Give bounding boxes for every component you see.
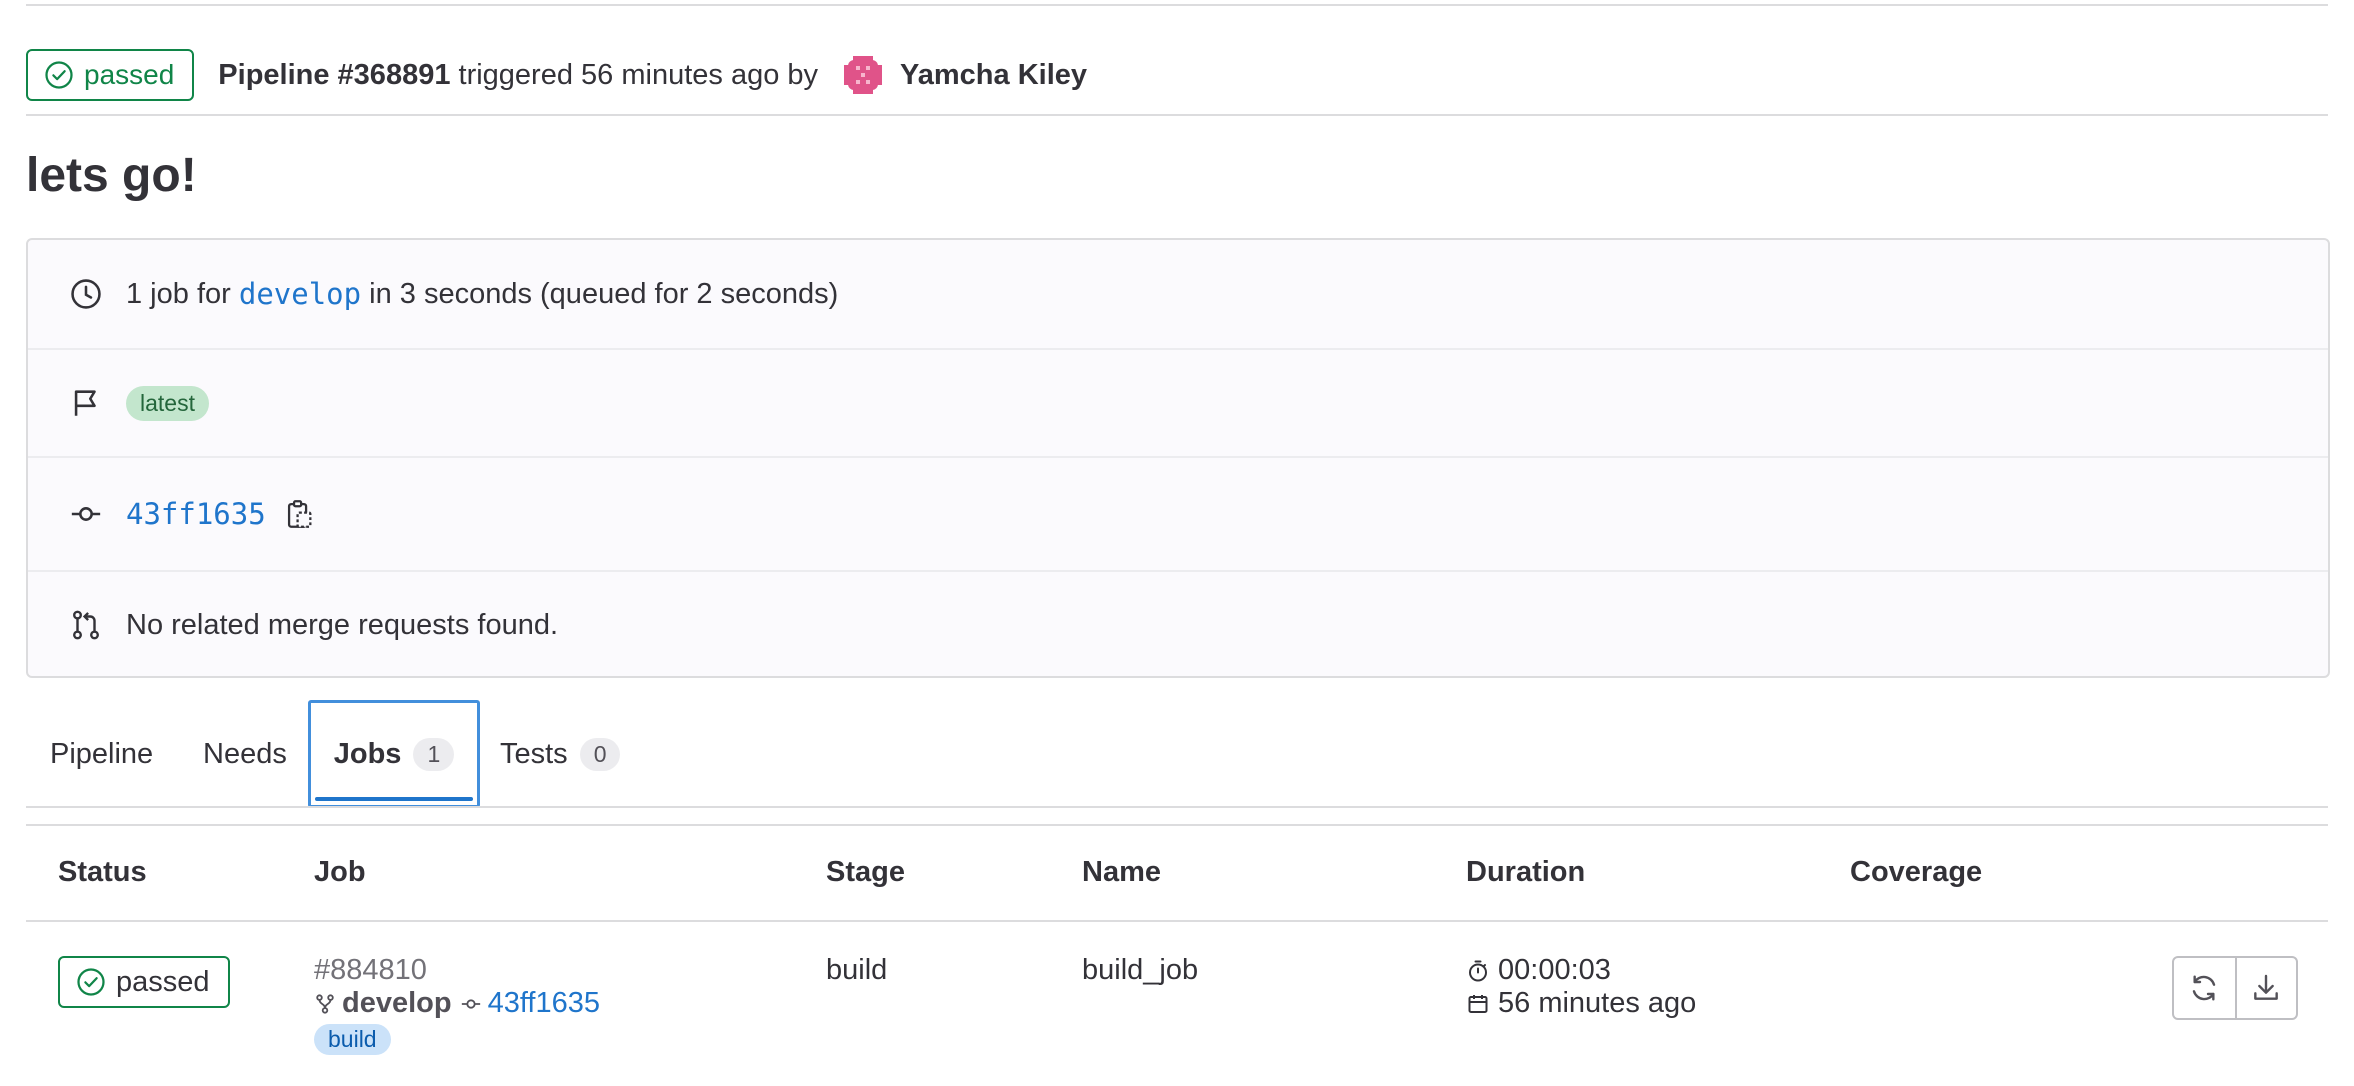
column-header-stage: Stage	[826, 856, 905, 888]
pipeline-status-label: passed	[84, 59, 175, 90]
timer-icon	[1469, 960, 1487, 981]
tab-jobs[interactable]: Jobs 1	[308, 700, 480, 808]
summary-suffix: in 3 seconds (queued for 2 seconds)	[369, 277, 839, 310]
job-ref-line: develop 43ff1635	[314, 987, 600, 1020]
calendar-icon	[1468, 994, 1488, 1013]
flag-icon	[68, 385, 104, 421]
user-avatar[interactable]	[840, 52, 887, 98]
pipeline-summary-row: 1 job for develop in 3 seconds (queued f…	[28, 240, 2328, 350]
tab-needs[interactable]: Needs	[203, 700, 287, 808]
job-status-badge[interactable]: passed	[58, 956, 230, 1008]
finished-line: 56 minutes ago	[1466, 987, 1696, 1020]
tab-tests[interactable]: Tests 0	[500, 700, 621, 808]
tests-count-badge: 0	[579, 737, 621, 771]
clock-icon	[68, 276, 104, 312]
branch-icon	[316, 993, 334, 1014]
job-duration: 00:00:03	[1498, 954, 1611, 986]
summary-prefix: 1 job for	[126, 277, 231, 310]
table-header-border	[26, 920, 2328, 922]
merge-requests-text: No related merge requests found.	[126, 608, 559, 641]
author-name[interactable]: Yamcha Kiley	[900, 59, 1087, 92]
job-stage: build	[826, 954, 888, 986]
column-header-duration: Duration	[1466, 856, 1586, 888]
copy-icon	[287, 500, 312, 528]
triggered-text: triggered 56 minutes ago by	[458, 58, 819, 91]
download-icon	[2254, 974, 2279, 1000]
pipeline-meta: Pipeline #368891 triggered 56 minutes ag…	[218, 52, 1087, 98]
latest-badge: latest	[126, 385, 209, 421]
branch-link[interactable]: develop	[239, 277, 361, 311]
tabs-divider	[26, 806, 2328, 808]
pipeline-id: Pipeline #368891	[218, 58, 451, 91]
tab-label: Tests	[500, 737, 568, 770]
pipeline-header: passed Pipeline #368891 triggered 56 min…	[26, 34, 2328, 116]
job-id-link[interactable]: #884810	[314, 954, 600, 987]
job-status-label: passed	[116, 965, 210, 998]
commit-icon	[68, 496, 104, 532]
tab-label: Pipeline	[50, 737, 154, 770]
pipeline-status-badge[interactable]: passed	[26, 49, 195, 101]
column-header-coverage: Coverage	[1850, 856, 1983, 888]
header-divider	[26, 114, 2328, 116]
column-header-job: Job	[314, 856, 366, 888]
retry-job-button[interactable]	[2174, 958, 2235, 1018]
top-divider	[26, 4, 2328, 6]
pipeline-tabs: Pipeline Needs Jobs 1 Tests 0	[26, 700, 2328, 808]
retry-icon	[2193, 975, 2216, 1001]
jobs-count-badge: 1	[413, 737, 455, 771]
job-name: build_job	[1082, 954, 1199, 986]
pipeline-info-card: 1 job for develop in 3 seconds (queued f…	[26, 238, 2330, 678]
column-header-status: Status	[58, 856, 147, 888]
merge-requests-row: No related merge requests found.	[28, 572, 2328, 678]
duration-line: 00:00:03	[1466, 954, 1696, 987]
job-actions	[2172, 956, 2298, 1020]
tab-pipeline[interactable]: Pipeline	[50, 700, 153, 808]
column-header-name: Name	[1082, 856, 1161, 888]
check-circle-icon	[45, 61, 73, 89]
job-stage-badge: build	[314, 1024, 391, 1055]
download-artifacts-button[interactable]	[2234, 958, 2296, 1018]
job-branch-link[interactable]: develop	[342, 987, 452, 1020]
commit-sha-link[interactable]: 43ff1635	[126, 497, 266, 531]
merge-request-icon	[68, 607, 104, 643]
pipeline-title: lets go!	[26, 149, 197, 202]
commit-row: 43ff1635	[28, 458, 2328, 572]
table-top-border	[26, 824, 2328, 826]
job-duration-cell: 00:00:03 56 minutes ago	[1466, 954, 1696, 1020]
check-circle-icon	[77, 968, 105, 996]
pipeline-tags-row: latest	[28, 350, 2328, 458]
tab-label: Jobs	[333, 737, 402, 770]
job-cell: #884810 develop 43ff1635 build	[314, 954, 600, 1055]
copy-commit-sha-button[interactable]	[282, 497, 316, 531]
job-commit-link[interactable]: 43ff1635	[488, 987, 600, 1020]
tab-label: Needs	[203, 737, 287, 770]
commit-icon	[461, 998, 480, 1009]
job-finished-time: 56 minutes ago	[1498, 987, 1697, 1019]
